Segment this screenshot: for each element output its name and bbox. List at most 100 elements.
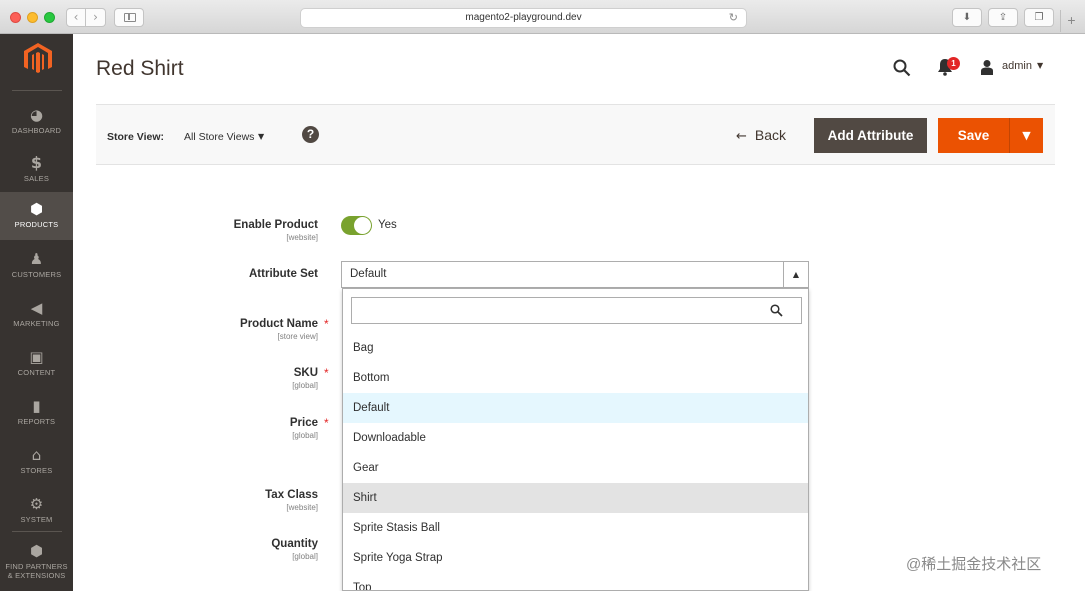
sidebar-item-label: PRODUCTS [14, 220, 59, 229]
back-button-label: Back [754, 127, 787, 143]
gear-icon: ⚙ [29, 495, 44, 513]
dollar-icon: $ [30, 153, 43, 172]
cube-icon: ⬢ [29, 200, 44, 218]
chevron-up-icon[interactable]: ▲ [783, 262, 808, 287]
sidebar-divider [12, 90, 62, 91]
sidebar-item-marketing[interactable]: ◀ MARKETING [0, 291, 73, 339]
help-icon[interactable]: ? [302, 126, 319, 143]
browser-forward-button[interactable]: › [86, 8, 106, 27]
sidebar-item-label: MARKETING [13, 319, 60, 328]
product-name-label: Product Name [240, 318, 318, 330]
sidebar-item-dashboard[interactable]: ◕ DASHBOARD [0, 98, 73, 146]
sidebar-item-label: CUSTOMERS [11, 270, 62, 279]
attribute-set-label: Attribute Set [249, 268, 318, 280]
browser-toolbar: ‹ › magento2-playground.dev ↻ ⬇ ⇪ ❐ + [0, 0, 1085, 34]
close-window-button[interactable] [10, 12, 21, 23]
dropdown-option-sprite-stasis-ball[interactable]: Sprite Stasis Ball [343, 513, 808, 543]
new-tab-button[interactable]: + [1060, 10, 1082, 32]
price-label: Price [289, 417, 318, 429]
layout-icon: ▣ [29, 348, 44, 366]
price-scope: [global] [292, 431, 318, 440]
arrow-left-icon: ← [736, 129, 747, 144]
user-icon[interactable] [980, 59, 994, 75]
quantity-label: Quantity [271, 538, 318, 550]
sidebar-item-reports[interactable]: ▮ REPORTS [0, 389, 73, 437]
box-icon: ⬢ [29, 542, 44, 560]
dropdown-option-bottom[interactable]: Bottom [343, 363, 808, 393]
tabs-overview-button[interactable]: ❐ [1024, 8, 1054, 27]
chevron-down-icon[interactable]: ▼ [1037, 61, 1043, 70]
sidebar-item-system[interactable]: ⚙ SYSTEM [0, 487, 73, 535]
bar-chart-icon: ▮ [32, 397, 41, 415]
megaphone-icon: ◀ [30, 299, 43, 317]
enable-product-label: Enable Product [233, 219, 318, 231]
storefront-icon: ⌂ [31, 446, 42, 464]
save-options-toggle[interactable]: ▼ [1010, 118, 1043, 153]
dropdown-option-bag[interactable]: Bag [343, 333, 808, 363]
sidebar-item-label: STORES [20, 466, 53, 475]
sidebar-item-find-partners[interactable]: ⬢ FIND PARTNERS & EXTENSIONS [0, 534, 73, 582]
enable-product-toggle[interactable] [341, 216, 372, 235]
sidebar-toggle-button[interactable] [114, 8, 144, 27]
dropdown-option-downloadable[interactable]: Downloadable [343, 423, 808, 453]
downloads-button[interactable]: ⬇ [952, 8, 982, 27]
sidebar-item-content[interactable]: ▣ CONTENT [0, 340, 73, 388]
back-button[interactable]: ← Back [736, 125, 786, 145]
sidebar-item-label: SALES [23, 174, 50, 183]
sidebar-item-label: SYSTEM [20, 515, 53, 524]
dropdown-option-sprite-yoga-strap[interactable]: Sprite Yoga Strap [343, 543, 808, 573]
required-marker: * [324, 416, 329, 430]
admin-user-menu[interactable]: admin [1002, 60, 1032, 72]
product-name-scope: [store view] [277, 332, 318, 341]
enable-product-value: Yes [378, 219, 397, 231]
sidebar-item-label: REPORTS [17, 417, 56, 426]
page-title: Red Shirt [96, 57, 184, 80]
search-icon[interactable] [893, 59, 911, 77]
person-icon: ♟ [29, 250, 44, 268]
maximize-window-button[interactable] [44, 12, 55, 23]
browser-window: ‹ › magento2-playground.dev ↻ ⬇ ⇪ ❐ + ◕ … [0, 0, 1085, 591]
attribute-set-value: Default [350, 268, 387, 280]
minimize-window-button[interactable] [27, 12, 38, 23]
chevron-down-icon: ▼ [1022, 129, 1031, 142]
address-url: magento2-playground.dev [465, 12, 582, 23]
save-button[interactable]: Save [938, 118, 1009, 153]
admin-sidebar: ◕ DASHBOARD $ SALES ⬢ PRODUCTS ♟ CUSTOME… [0, 34, 73, 591]
watermark: @稀土掘金技术社区 [906, 556, 1042, 573]
tax-class-label: Tax Class [265, 489, 318, 501]
dropdown-option-default[interactable]: Default [343, 393, 808, 423]
magento-logo[interactable] [24, 43, 52, 75]
dashboard-icon: ◕ [29, 106, 44, 124]
sidebar-item-customers[interactable]: ♟ CUSTOMERS [0, 242, 73, 290]
dropdown-search-input[interactable] [351, 297, 802, 324]
sidebar-icon [124, 13, 136, 22]
quantity-scope: [global] [292, 552, 318, 561]
notifications-badge[interactable]: 1 [947, 57, 960, 70]
sidebar-item-stores[interactable]: ⌂ STORES [0, 438, 73, 486]
share-button[interactable]: ⇪ [988, 8, 1018, 27]
store-view-label: Store View: [107, 131, 164, 143]
sku-label: SKU [293, 367, 318, 379]
dropdown-option-gear[interactable]: Gear [343, 453, 808, 483]
sidebar-item-label: CONTENT [17, 368, 56, 377]
sidebar-divider [12, 531, 62, 532]
address-bar[interactable]: magento2-playground.dev ↻ [300, 8, 747, 28]
dropdown-option-shirt[interactable]: Shirt [343, 483, 808, 513]
sidebar-item-label: FIND PARTNERS [5, 562, 68, 571]
attribute-set-dropdown: Bag Bottom Default Downloadable Gear Shi… [342, 288, 809, 591]
sidebar-item-label-2: & EXTENSIONS [7, 571, 66, 580]
dropdown-option-top[interactable]: Top [343, 573, 808, 590]
chevron-down-icon[interactable]: ▼ [258, 132, 264, 141]
add-attribute-button[interactable]: Add Attribute [814, 118, 927, 153]
sidebar-item-sales[interactable]: $ SALES [0, 146, 73, 194]
tax-class-scope: [website] [286, 503, 318, 512]
required-marker: * [324, 366, 329, 380]
store-view-switcher[interactable]: All Store Views [184, 131, 254, 143]
sidebar-item-label: DASHBOARD [11, 126, 62, 135]
reload-icon[interactable]: ↻ [729, 9, 738, 27]
enable-product-scope: [website] [286, 233, 318, 242]
sidebar-item-products[interactable]: ⬢ PRODUCTS [0, 192, 73, 240]
browser-back-button[interactable]: ‹ [66, 8, 86, 27]
sku-scope: [global] [292, 381, 318, 390]
attribute-set-select[interactable]: Default ▲ [341, 261, 809, 288]
